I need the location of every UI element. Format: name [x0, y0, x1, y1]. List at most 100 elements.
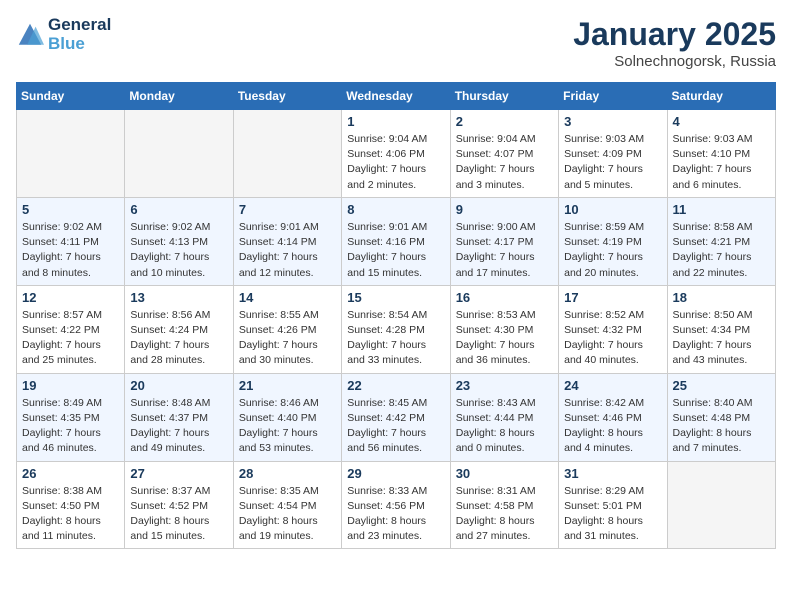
calendar-cell: 31 Sunrise: 8:29 AMSunset: 5:01 PMDayligh… [559, 461, 667, 549]
day-number: 16 [456, 290, 553, 305]
title-block: January 2025 Solnechnogorsk, Russia [573, 16, 776, 70]
calendar-cell: 25Sunrise: 8:40 AMSunset: 4:48 PMDayligh… [667, 373, 775, 461]
day-number: 15 [347, 290, 444, 305]
day-number: 12 [22, 290, 119, 305]
day-number: 7 [239, 202, 336, 217]
calendar-cell: 19Sunrise: 8:49 AMSunset: 4:35 PMDayligh… [17, 373, 125, 461]
day-info: Sunrise: 8:50 AMSunset: 4:34 PMDaylight:… [673, 308, 770, 369]
day-info: Sunrise: 9:04 AMSunset: 4:07 PMDaylight:… [456, 132, 553, 193]
day-number: 10 [564, 202, 661, 217]
calendar-cell: 28 Sunrise: 8:35 AMSunset: 4:54 PMDayligh… [233, 461, 341, 549]
calendar-cell [667, 461, 775, 549]
day-info: Sunrise: 8:37 AMSunset: 4:52 PMDaylight:… [130, 484, 227, 545]
day-info: Sunrise: 8:59 AMSunset: 4:19 PMDaylight:… [564, 220, 661, 281]
calendar-cell: 9 Sunrise: 9:00 AMSunset: 4:17 PMDaylight… [450, 197, 558, 285]
day-info: Sunrise: 8:56 AMSunset: 4:24 PMDaylight:… [130, 308, 227, 369]
day-number: 9 [456, 202, 553, 217]
calendar-cell: 15 Sunrise: 8:54 AMSunset: 4:28 PMDayligh… [342, 285, 450, 373]
calendar-cell: 23Sunrise: 8:43 AMSunset: 4:44 PMDayligh… [450, 373, 558, 461]
day-info: Sunrise: 8:46 AMSunset: 4:40 PMDaylight:… [239, 396, 336, 457]
day-number: 14 [239, 290, 336, 305]
day-number: 6 [130, 202, 227, 217]
day-number: 24 [564, 378, 661, 393]
month-title: January 2025 [573, 16, 776, 53]
day-info: Sunrise: 8:35 AMSunset: 4:54 PMDaylight:… [239, 484, 336, 545]
calendar-cell: 10 Sunrise: 8:59 AMSunset: 4:19 PMDayligh… [559, 197, 667, 285]
day-number: 20 [130, 378, 227, 393]
calendar-cell: 1 Sunrise: 9:04 AMSunset: 4:06 PMDaylight… [342, 110, 450, 198]
calendar-week-row: 5 Sunrise: 9:02 AMSunset: 4:11 PMDaylight… [17, 197, 776, 285]
day-info: Sunrise: 8:38 AMSunset: 4:50 PMDaylight:… [22, 484, 119, 545]
calendar-cell: 20 Sunrise: 8:48 AMSunset: 4:37 PMDayligh… [125, 373, 233, 461]
calendar-cell: 22Sunrise: 8:45 AMSunset: 4:42 PMDayligh… [342, 373, 450, 461]
calendar-cell [233, 110, 341, 198]
weekday-header-row: SundayMondayTuesdayWednesdayThursdayFrid… [17, 83, 776, 110]
weekday-header: Friday [559, 83, 667, 110]
calendar-cell: 2 Sunrise: 9:04 AMSunset: 4:07 PMDaylight… [450, 110, 558, 198]
weekday-header: Tuesday [233, 83, 341, 110]
day-info: Sunrise: 8:31 AMSunset: 4:58 PMDaylight:… [456, 484, 553, 545]
calendar-cell: 21 Sunrise: 8:46 AMSunset: 4:40 PMDayligh… [233, 373, 341, 461]
calendar-cell: 26 Sunrise: 8:38 AMSunset: 4:50 PMDayligh… [17, 461, 125, 549]
day-number: 4 [673, 114, 770, 129]
day-info: Sunrise: 8:40 AMSunset: 4:48 PMDaylight:… [673, 396, 770, 457]
weekday-header: Sunday [17, 83, 125, 110]
day-number: 17 [564, 290, 661, 305]
calendar-week-row: 26 Sunrise: 8:38 AMSunset: 4:50 PMDayligh… [17, 461, 776, 549]
location-subtitle: Solnechnogorsk, Russia [573, 53, 776, 70]
calendar-cell: 3 Sunrise: 9:03 AMSunset: 4:09 PMDaylight… [559, 110, 667, 198]
day-number: 13 [130, 290, 227, 305]
calendar-cell: 24Sunrise: 8:42 AMSunset: 4:46 PMDayligh… [559, 373, 667, 461]
day-number: 18 [673, 290, 770, 305]
weekday-header: Saturday [667, 83, 775, 110]
day-info: Sunrise: 9:01 AMSunset: 4:16 PMDaylight:… [347, 220, 444, 281]
calendar-week-row: 12Sunrise: 8:57 AMSunset: 4:22 PMDayligh… [17, 285, 776, 373]
calendar-cell: 13 Sunrise: 8:56 AMSunset: 4:24 PMDayligh… [125, 285, 233, 373]
day-number: 26 [22, 466, 119, 481]
day-info: Sunrise: 8:54 AMSunset: 4:28 PMDaylight:… [347, 308, 444, 369]
calendar-cell: 18 Sunrise: 8:50 AMSunset: 4:34 PMDayligh… [667, 285, 775, 373]
day-number: 30 [456, 466, 553, 481]
day-number: 29 [347, 466, 444, 481]
day-info: Sunrise: 8:33 AMSunset: 4:56 PMDaylight:… [347, 484, 444, 545]
day-info: Sunrise: 8:52 AMSunset: 4:32 PMDaylight:… [564, 308, 661, 369]
day-number: 5 [22, 202, 119, 217]
day-number: 11 [673, 202, 770, 217]
calendar-week-row: 1 Sunrise: 9:04 AMSunset: 4:06 PMDaylight… [17, 110, 776, 198]
day-info: Sunrise: 8:43 AMSunset: 4:44 PMDaylight:… [456, 396, 553, 457]
day-number: 1 [347, 114, 444, 129]
day-info: Sunrise: 9:03 AMSunset: 4:09 PMDaylight:… [564, 132, 661, 193]
logo-icon [16, 21, 44, 49]
day-info: Sunrise: 8:29 AMSunset: 5:01 PMDaylight:… [564, 484, 661, 545]
calendar-cell: 29 Sunrise: 8:33 AMSunset: 4:56 PMDayligh… [342, 461, 450, 549]
day-info: Sunrise: 9:03 AMSunset: 4:10 PMDaylight:… [673, 132, 770, 193]
calendar-cell: 7 Sunrise: 9:01 AMSunset: 4:14 PMDaylight… [233, 197, 341, 285]
day-number: 27 [130, 466, 227, 481]
calendar-table: SundayMondayTuesdayWednesdayThursdayFrid… [16, 82, 776, 549]
calendar-cell: 16 Sunrise: 8:53 AMSunset: 4:30 PMDayligh… [450, 285, 558, 373]
calendar-cell: 14 Sunrise: 8:55 AMSunset: 4:26 PMDayligh… [233, 285, 341, 373]
calendar-cell: 12Sunrise: 8:57 AMSunset: 4:22 PMDayligh… [17, 285, 125, 373]
calendar-cell: 17 Sunrise: 8:52 AMSunset: 4:32 PMDayligh… [559, 285, 667, 373]
day-info: Sunrise: 9:04 AMSunset: 4:06 PMDaylight:… [347, 132, 444, 193]
day-info: Sunrise: 9:01 AMSunset: 4:14 PMDaylight:… [239, 220, 336, 281]
logo-text: General Blue [48, 16, 111, 53]
day-number: 2 [456, 114, 553, 129]
day-number: 28 [239, 466, 336, 481]
day-info: Sunrise: 8:48 AMSunset: 4:37 PMDaylight:… [130, 396, 227, 457]
day-number: 19 [22, 378, 119, 393]
day-info: Sunrise: 8:55 AMSunset: 4:26 PMDaylight:… [239, 308, 336, 369]
day-info: Sunrise: 9:00 AMSunset: 4:17 PMDaylight:… [456, 220, 553, 281]
day-info: Sunrise: 8:53 AMSunset: 4:30 PMDaylight:… [456, 308, 553, 369]
weekday-header: Wednesday [342, 83, 450, 110]
day-info: Sunrise: 8:45 AMSunset: 4:42 PMDaylight:… [347, 396, 444, 457]
calendar-cell: 8Sunrise: 9:01 AMSunset: 4:16 PMDaylight… [342, 197, 450, 285]
day-number: 3 [564, 114, 661, 129]
day-info: Sunrise: 9:02 AMSunset: 4:11 PMDaylight:… [22, 220, 119, 281]
page-header: General Blue January 2025 Solnechnogorsk… [16, 16, 776, 70]
calendar-cell [125, 110, 233, 198]
day-number: 21 [239, 378, 336, 393]
weekday-header: Monday [125, 83, 233, 110]
calendar-cell: 11Sunrise: 8:58 AMSunset: 4:21 PMDayligh… [667, 197, 775, 285]
day-number: 31 [564, 466, 661, 481]
